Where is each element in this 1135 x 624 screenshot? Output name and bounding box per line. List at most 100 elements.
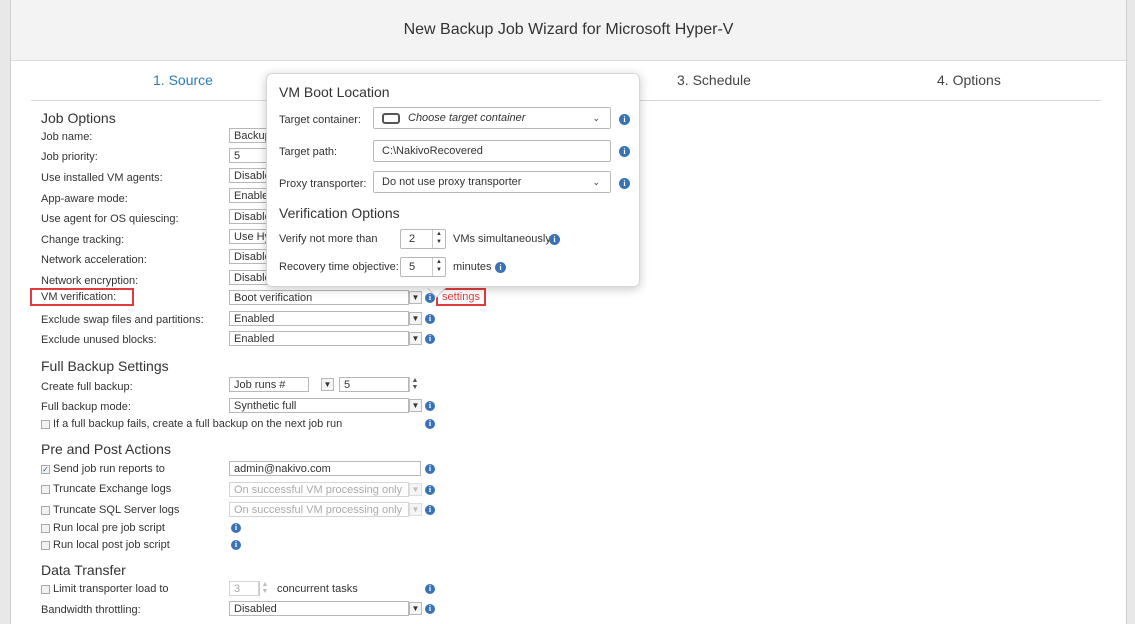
create-full-backup-mode-select[interactable]: Job runs # bbox=[229, 377, 309, 392]
job-options-heading: Job Options bbox=[41, 110, 116, 126]
network-acceleration-label: Network acceleration: bbox=[41, 254, 147, 266]
info-icon[interactable]: i bbox=[425, 401, 435, 411]
vm-agents-label: Use installed VM agents: bbox=[41, 172, 163, 184]
vm-agents-select[interactable]: Disable bbox=[229, 168, 269, 183]
chevron-down-icon[interactable]: ▼ bbox=[409, 503, 422, 516]
os-quiescing-label: Use agent for OS quiescing: bbox=[41, 213, 179, 225]
full-backup-mode-select[interactable]: Synthetic full bbox=[229, 398, 409, 413]
storage-icon bbox=[382, 112, 400, 124]
exclude-unused-select[interactable]: Enabled bbox=[229, 331, 409, 346]
verify-limit-suffix: VMs simultaneously bbox=[453, 233, 551, 245]
change-tracking-label: Change tracking: bbox=[41, 234, 125, 246]
bandwidth-select[interactable]: Disabled bbox=[229, 601, 409, 616]
chevron-down-icon[interactable]: ▼ bbox=[321, 378, 334, 391]
send-reports-checkbox[interactable]: ✓ bbox=[41, 465, 50, 474]
limit-load-checkbox[interactable] bbox=[41, 585, 50, 594]
app-aware-select[interactable]: Enable bbox=[229, 188, 269, 203]
verify-limit-label: Verify not more than bbox=[279, 233, 378, 245]
info-icon[interactable]: i bbox=[425, 505, 435, 515]
vm-verification-select[interactable]: Boot verification bbox=[229, 290, 409, 305]
limit-load-suffix: concurrent tasks bbox=[277, 583, 358, 595]
vm-boot-location-popup: VM Boot Location Target container: Choos… bbox=[266, 73, 640, 287]
chevron-down-icon[interactable]: ▼ bbox=[409, 332, 422, 345]
verify-limit-input[interactable]: 2 ▲ ▼ bbox=[400, 229, 446, 249]
data-transfer-heading: Data Transfer bbox=[41, 562, 126, 578]
rto-suffix: minutes bbox=[453, 261, 492, 273]
truncate-exchange-checkbox[interactable] bbox=[41, 485, 50, 494]
chevron-down-icon[interactable]: ▼ bbox=[409, 312, 422, 325]
os-quiescing-select[interactable]: Disable bbox=[229, 209, 269, 224]
verify-limit-value: 2 bbox=[409, 233, 416, 245]
tab-options[interactable]: 4. Options bbox=[937, 72, 1001, 88]
limit-load-input[interactable]: 3 bbox=[229, 581, 259, 596]
truncate-exchange-select[interactable]: On successful VM processing only bbox=[229, 482, 409, 497]
verification-options-title: Verification Options bbox=[279, 205, 400, 221]
info-icon[interactable]: i bbox=[231, 523, 241, 533]
popup-title: VM Boot Location bbox=[279, 84, 390, 100]
post-script-checkbox[interactable] bbox=[41, 541, 50, 550]
job-name-label: Job name: bbox=[41, 131, 93, 143]
truncate-sql-label: Truncate SQL Server logs bbox=[53, 504, 180, 516]
info-icon[interactable]: i bbox=[619, 178, 630, 189]
create-full-backup-count-input[interactable]: 5 bbox=[339, 377, 409, 392]
full-backup-fail-label: If a full backup fails, create a full ba… bbox=[53, 418, 343, 430]
job-priority-input[interactable]: 5 bbox=[229, 148, 269, 163]
vm-verification-label: VM verification: bbox=[41, 291, 117, 303]
info-icon[interactable]: i bbox=[425, 419, 435, 429]
info-icon[interactable]: i bbox=[425, 485, 435, 495]
chevron-down-icon[interactable]: ▼ bbox=[409, 399, 422, 412]
change-tracking-select[interactable]: Use Hy bbox=[229, 229, 269, 244]
send-reports-label: Send job run reports to bbox=[53, 463, 165, 475]
info-icon[interactable]: i bbox=[231, 540, 241, 550]
info-icon[interactable]: i bbox=[425, 314, 435, 324]
spinner-icon: ▲ ▼ bbox=[432, 258, 445, 276]
pre-script-label: Run local pre job script bbox=[53, 522, 165, 534]
exclude-swap-select[interactable]: Enabled bbox=[229, 311, 409, 326]
target-container-select[interactable]: Choose target container ⌄ bbox=[373, 107, 611, 129]
full-backup-fail-checkbox[interactable] bbox=[41, 420, 50, 429]
info-icon[interactable]: i bbox=[425, 604, 435, 614]
target-container-label: Target container: bbox=[279, 114, 361, 126]
rto-value: 5 bbox=[409, 261, 416, 273]
job-name-input[interactable]: Backup bbox=[229, 128, 269, 143]
pre-script-checkbox[interactable] bbox=[41, 524, 50, 533]
pre-post-heading: Pre and Post Actions bbox=[41, 441, 171, 457]
chevron-down-icon[interactable]: ▼ bbox=[409, 483, 422, 496]
tab-source[interactable]: 1. Source bbox=[153, 72, 213, 88]
bandwidth-label: Bandwidth throttling: bbox=[41, 604, 141, 616]
create-full-backup-label: Create full backup: bbox=[41, 381, 133, 393]
info-icon[interactable]: i bbox=[619, 146, 630, 157]
proxy-transporter-select[interactable]: Do not use proxy transporter ⌄ bbox=[373, 171, 611, 193]
info-icon[interactable]: i bbox=[425, 334, 435, 344]
exclude-unused-label: Exclude unused blocks: bbox=[41, 334, 157, 346]
rto-input[interactable]: 5 ▲ ▼ bbox=[400, 257, 446, 277]
chevron-down-icon[interactable]: ▼ bbox=[409, 602, 422, 615]
chevron-down-icon: ⌄ bbox=[592, 177, 600, 187]
full-backup-heading: Full Backup Settings bbox=[41, 358, 169, 374]
info-icon[interactable]: i bbox=[619, 114, 630, 125]
proxy-transporter-label: Proxy transporter: bbox=[279, 178, 367, 190]
network-encryption-label: Network encryption: bbox=[41, 275, 139, 287]
chevron-down-icon: ⌄ bbox=[592, 113, 600, 123]
truncate-sql-checkbox[interactable] bbox=[41, 506, 50, 515]
chevron-down-icon[interactable]: ▼ bbox=[409, 291, 422, 304]
exclude-swap-label: Exclude swap files and partitions: bbox=[41, 314, 204, 326]
job-priority-label: Job priority: bbox=[41, 151, 98, 163]
truncate-sql-select[interactable]: On successful VM processing only bbox=[229, 502, 409, 517]
app-aware-label: App-aware mode: bbox=[41, 193, 128, 205]
proxy-transporter-value: Do not use proxy transporter bbox=[382, 176, 522, 188]
info-icon[interactable]: i bbox=[425, 584, 435, 594]
truncate-exchange-label: Truncate Exchange logs bbox=[53, 483, 172, 495]
spinner-icon[interactable]: ▲ ▼ bbox=[409, 377, 420, 392]
info-icon[interactable]: i bbox=[549, 234, 560, 245]
spinner-icon[interactable]: ▲ ▼ bbox=[259, 581, 270, 596]
info-icon[interactable]: i bbox=[495, 262, 506, 273]
network-acceleration-select[interactable]: Disable bbox=[229, 249, 269, 264]
network-encryption-select[interactable]: Disable bbox=[229, 270, 269, 285]
limit-load-label: Limit transporter load to bbox=[53, 583, 169, 595]
tab-schedule[interactable]: 3. Schedule bbox=[677, 72, 751, 88]
send-reports-email-input[interactable]: admin@nakivo.com bbox=[229, 461, 421, 476]
wizard-title: New Backup Job Wizard for Microsoft Hype… bbox=[11, 0, 1126, 61]
target-path-input[interactable]: C:\NakivoRecovered bbox=[373, 140, 611, 162]
info-icon[interactable]: i bbox=[425, 464, 435, 474]
